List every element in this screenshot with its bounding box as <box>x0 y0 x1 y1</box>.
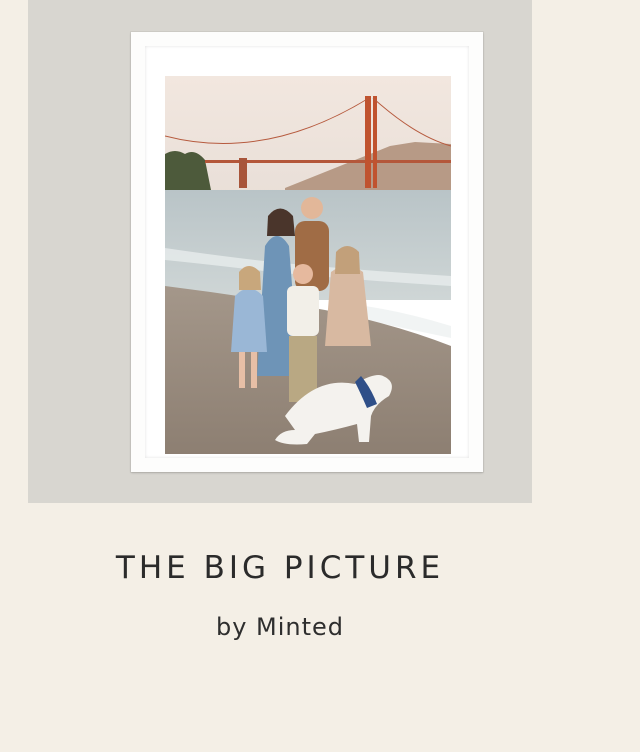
bridge-tower <box>373 96 377 188</box>
person-head <box>293 264 313 284</box>
family-photo <box>165 76 451 454</box>
person <box>287 286 319 336</box>
person <box>231 288 267 352</box>
product-title[interactable]: THE BIG PICTURE <box>0 550 560 586</box>
frame-mat <box>145 46 469 458</box>
beach-family-photo-illustration <box>165 76 451 454</box>
product-image[interactable] <box>28 0 532 503</box>
legs <box>251 352 257 388</box>
legs <box>239 352 245 388</box>
white-frame <box>131 32 483 472</box>
person-head <box>301 197 323 219</box>
bridge-tower <box>365 96 371 188</box>
bridge-tower <box>239 158 247 188</box>
product-byline: by Minted <box>215 613 345 641</box>
hair <box>335 246 360 274</box>
product-card[interactable]: THE BIG PICTURE by Minted <box>0 0 640 752</box>
